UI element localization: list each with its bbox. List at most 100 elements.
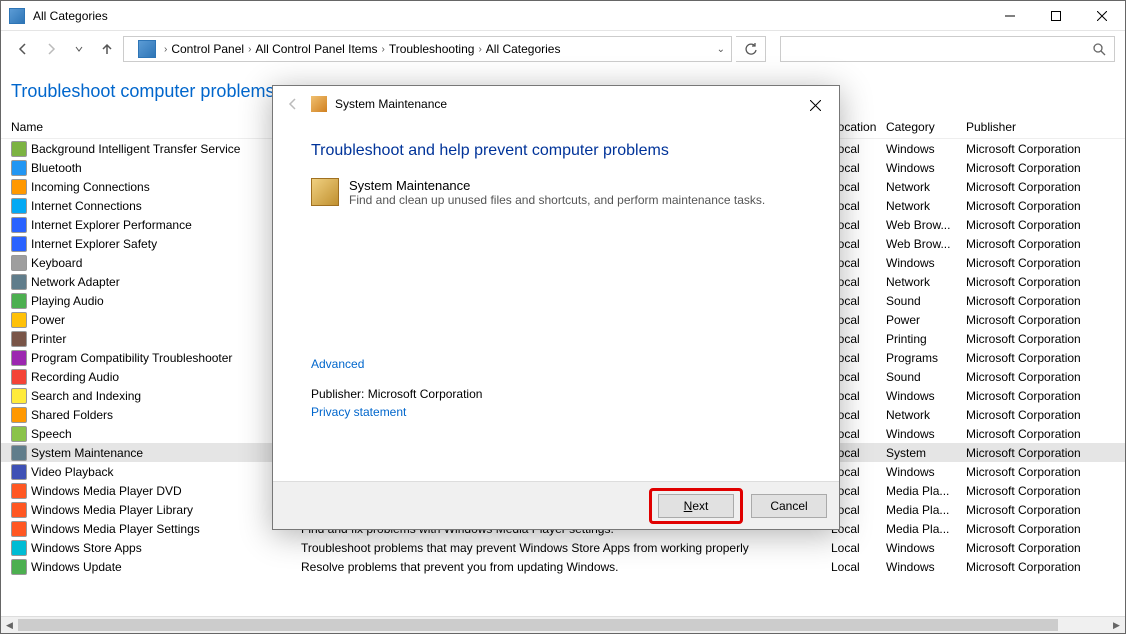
address-bar[interactable]: › Control Panel › All Control Panel Item… <box>123 36 732 62</box>
row-name: Program Compatibility Troubleshooter <box>31 351 232 365</box>
row-publisher: Microsoft Corporation <box>966 161 1125 175</box>
row-desc: Troubleshoot problems that may prevent W… <box>301 541 831 555</box>
item-icon <box>11 350 27 366</box>
row-category: Network <box>886 180 966 194</box>
row-category: Windows <box>886 256 966 270</box>
row-category: Windows <box>886 427 966 441</box>
privacy-link[interactable]: Privacy statement <box>311 405 406 419</box>
row-publisher: Microsoft Corporation <box>966 313 1125 327</box>
address-icon <box>138 40 156 58</box>
window-title: All Categories <box>33 9 987 23</box>
chevron-right-icon: › <box>164 44 167 55</box>
row-publisher: Microsoft Corporation <box>966 427 1125 441</box>
row-category: Windows <box>886 142 966 156</box>
dialog-header-icon <box>311 96 327 112</box>
row-category: Network <box>886 408 966 422</box>
item-icon <box>11 369 27 385</box>
dialog-header: System Maintenance <box>273 86 839 122</box>
dialog-title: Troubleshoot and help prevent computer p… <box>311 142 801 160</box>
recent-dropdown[interactable] <box>67 37 91 61</box>
row-category: Windows <box>886 389 966 403</box>
row-name: Search and Indexing <box>31 389 141 403</box>
search-input[interactable] <box>780 36 1115 62</box>
row-category: Windows <box>886 161 966 175</box>
item-icon <box>11 407 27 423</box>
row-desc: Resolve problems that prevent you from u… <box>301 560 831 574</box>
scroll-thumb[interactable] <box>18 619 1058 631</box>
item-icon <box>11 388 27 404</box>
item-icon <box>11 217 27 233</box>
row-publisher: Microsoft Corporation <box>966 446 1125 460</box>
row-category: Media Pla... <box>886 503 966 517</box>
row-name: Windows Media Player Library <box>31 503 193 517</box>
table-row[interactable]: Windows Store AppsTroubleshoot problems … <box>1 538 1125 557</box>
item-icon <box>11 445 27 461</box>
refresh-button[interactable] <box>736 36 766 62</box>
row-location: Local <box>831 560 886 574</box>
maximize-button[interactable] <box>1033 1 1079 31</box>
row-publisher: Microsoft Corporation <box>966 541 1125 555</box>
back-button[interactable] <box>11 37 35 61</box>
row-publisher: Microsoft Corporation <box>966 332 1125 346</box>
row-category: Web Brow... <box>886 237 966 251</box>
item-icon <box>11 464 27 480</box>
row-category: System <box>886 446 966 460</box>
minimize-button[interactable] <box>987 1 1033 31</box>
row-category: Windows <box>886 465 966 479</box>
dialog-close-button[interactable] <box>795 90 835 120</box>
next-button[interactable]: Next <box>658 494 734 518</box>
row-publisher: Microsoft Corporation <box>966 484 1125 498</box>
row-publisher: Microsoft Corporation <box>966 218 1125 232</box>
item-icon <box>11 160 27 176</box>
app-icon <box>9 8 25 24</box>
close-button[interactable] <box>1079 1 1125 31</box>
row-category: Network <box>886 199 966 213</box>
chevron-right-icon: › <box>478 44 481 55</box>
maintenance-icon <box>311 178 339 206</box>
row-name: Internet Explorer Performance <box>31 218 192 232</box>
table-row[interactable]: Windows UpdateResolve problems that prev… <box>1 557 1125 576</box>
dialog-item: System Maintenance Find and clean up unu… <box>311 178 801 207</box>
row-category: Sound <box>886 370 966 384</box>
row-location: Local <box>831 541 886 555</box>
breadcrumb-item[interactable]: Control Panel <box>171 42 244 56</box>
scroll-left-icon[interactable]: ◀ <box>1 617 18 633</box>
row-name: Bluetooth <box>31 161 82 175</box>
item-icon <box>11 426 27 442</box>
row-name: Internet Explorer Safety <box>31 237 157 251</box>
advanced-link[interactable]: Advanced <box>311 357 364 371</box>
forward-button[interactable] <box>39 37 63 61</box>
row-name: Internet Connections <box>31 199 142 213</box>
publisher-value: Microsoft Corporation <box>368 387 483 401</box>
row-category: Windows <box>886 560 966 574</box>
row-publisher: Microsoft Corporation <box>966 465 1125 479</box>
dialog-item-name: System Maintenance <box>349 178 765 193</box>
row-name: Network Adapter <box>31 275 120 289</box>
row-category: Web Brow... <box>886 218 966 232</box>
row-category: Printing <box>886 332 966 346</box>
row-publisher: Microsoft Corporation <box>966 294 1125 308</box>
item-icon <box>11 274 27 290</box>
row-category: Programs <box>886 351 966 365</box>
breadcrumb-item[interactable]: All Control Panel Items <box>255 42 377 56</box>
col-header-publisher[interactable]: Publisher <box>966 120 1125 134</box>
row-publisher: Microsoft Corporation <box>966 370 1125 384</box>
row-publisher: Microsoft Corporation <box>966 351 1125 365</box>
row-name: Power <box>31 313 65 327</box>
item-icon <box>11 293 27 309</box>
scroll-right-icon[interactable]: ▶ <box>1108 617 1125 633</box>
horizontal-scrollbar[interactable]: ◀ ▶ <box>1 616 1125 633</box>
col-header-category[interactable]: Category <box>886 120 966 134</box>
item-icon <box>11 198 27 214</box>
cancel-button[interactable]: Cancel <box>751 494 827 518</box>
breadcrumb-item[interactable]: All Categories <box>486 42 561 56</box>
col-header-name[interactable]: Name <box>1 120 301 134</box>
dialog-item-desc: Find and clean up unused files and short… <box>349 193 765 207</box>
chevron-down-icon[interactable]: ⌄ <box>717 44 725 55</box>
up-button[interactable] <box>95 37 119 61</box>
dialog-header-title: System Maintenance <box>335 97 831 111</box>
breadcrumb-item[interactable]: Troubleshooting <box>389 42 475 56</box>
nav-toolbar: › Control Panel › All Control Panel Item… <box>1 31 1125 67</box>
item-icon <box>11 331 27 347</box>
dialog-back-button[interactable] <box>281 92 305 116</box>
